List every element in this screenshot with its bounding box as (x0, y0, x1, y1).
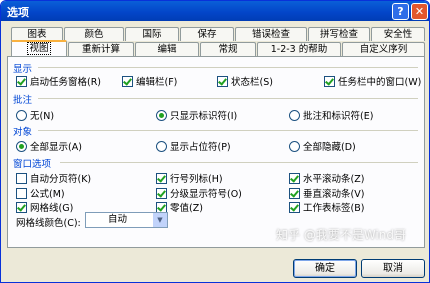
checkbox-label: 工作表标签(B) (303, 203, 365, 214)
radio-circle (16, 109, 27, 121)
checkbox-label: 行号列标(H) (170, 174, 223, 185)
checkbox-label: 分级显示符号(O) (170, 189, 242, 200)
checkbox-box (289, 187, 300, 199)
tab-spelling[interactable]: 拼写检查 (308, 27, 370, 41)
window-options-section-title: 窗口选项 (13, 159, 52, 170)
tab-color[interactable]: 颜色 (64, 27, 124, 41)
tab-view[interactable]: 视图 (11, 40, 67, 57)
tab-custom-lists[interactable]: 自定义序列 (342, 42, 425, 56)
checkbox-box (156, 187, 167, 199)
checkbox-label: 自动分页符(K) (30, 174, 92, 185)
tab-error-checking[interactable]: 错误检查 (235, 27, 307, 41)
radio-label: 全部隐藏(D) (303, 142, 356, 153)
tab-international[interactable]: 国际 (125, 27, 179, 41)
outline-symbols-checkbox[interactable]: 分级显示符号(O) (156, 186, 242, 200)
tab-save[interactable]: 保存 (180, 27, 234, 41)
radio-label: 批注和标识符(E) (303, 111, 374, 122)
sheet-tabs-checkbox[interactable]: 工作表标签(B) (289, 200, 364, 214)
vertical-scroll-checkbox[interactable]: 垂直滚动条(V) (289, 186, 364, 200)
radio-circle (289, 140, 300, 152)
tab-chart[interactable]: 图表 (11, 27, 63, 41)
gridlines-checkbox[interactable]: 网格线(G) (16, 200, 73, 214)
checkbox-label: 网格线(G) (30, 203, 74, 214)
options-dialog: 选项 ? ✕ 图表 颜色 国际 保存 错误检查 拼写检查 安全性 视图 重新计算… (0, 0, 430, 283)
formula-bar-checkbox[interactable]: 编辑栏(F) (122, 74, 177, 88)
checkbox-box (16, 172, 27, 184)
tab-view-label: 视图 (27, 42, 51, 55)
checkbox-box (289, 172, 300, 184)
gridline-color-label: 网格线颜色(C): (16, 218, 81, 229)
checkbox-box (156, 172, 167, 184)
checkbox-label: 任务栏中的窗口(W) (338, 77, 422, 88)
comments-and-indicator-radio[interactable]: 批注和标识符(E) (289, 108, 373, 122)
radio-label: 只显示标识符(I) (170, 111, 238, 122)
divider (38, 98, 418, 99)
horizontal-scroll-checkbox[interactable]: 水平滚动条(Z) (289, 171, 364, 185)
checkbox-label: 垂直滚动条(V) (303, 189, 365, 200)
radio-label: 显示占位符(P) (170, 142, 231, 153)
chevron-down-icon[interactable]: ▼ (153, 213, 167, 227)
radio-label: 全部显示(A) (30, 142, 82, 153)
window-title: 选项 (7, 6, 29, 19)
tab-calculation[interactable]: 重新计算 (68, 42, 134, 56)
help-button[interactable]: ? (392, 3, 409, 20)
tab-lotus-help[interactable]: 1-2-3 的帮助 (257, 42, 341, 56)
view-tab-panel: 显示 启动任务窗格(R) 编辑栏(F) 状态栏(S) 任务栏中的窗口(W) 批注… (7, 56, 425, 248)
radio-label: 无(N) (30, 111, 55, 122)
gridline-color-value: 自动 (108, 214, 128, 225)
checkbox-box (324, 75, 335, 87)
radio-circle (289, 109, 300, 121)
radio-circle (156, 109, 167, 121)
checkbox-label: 启动任务窗格(R) (30, 77, 102, 88)
tab-security[interactable]: 安全性 (371, 27, 425, 41)
radio-circle (156, 140, 167, 152)
checkbox-box (16, 187, 27, 199)
ok-button[interactable]: 确定 (293, 259, 357, 278)
checkbox-box (122, 75, 133, 87)
radio-circle (16, 140, 27, 152)
checkbox-label: 公式(M) (30, 189, 65, 200)
close-button[interactable]: ✕ (411, 3, 428, 20)
divider (60, 162, 418, 163)
checkbox-box (289, 201, 300, 213)
startup-pane-checkbox[interactable]: 启动任务窗格(R) (16, 74, 101, 88)
windows-in-taskbar-checkbox[interactable]: 任务栏中的窗口(W) (324, 74, 421, 88)
objects-show-all-radio[interactable]: 全部显示(A) (16, 139, 82, 153)
watermark: 知乎 @我要不是Wind哥 (276, 228, 406, 242)
title-bar: 选项 ? ✕ (1, 1, 429, 21)
gridline-color-select[interactable]: 自动 ▼ (85, 212, 168, 228)
divider (38, 130, 418, 131)
formulas-checkbox[interactable]: 公式(M) (16, 186, 65, 200)
checkbox-box (217, 75, 228, 87)
checkbox-label: 零值(Z) (170, 203, 203, 214)
display-section-title: 显示 (13, 64, 33, 75)
checkbox-box (16, 75, 27, 87)
row-col-headers-checkbox[interactable]: 行号列标(H) (156, 171, 223, 185)
comments-indicator-only-radio[interactable]: 只显示标识符(I) (156, 108, 237, 122)
checkbox-label: 状态栏(S) (231, 77, 273, 88)
objects-hide-all-radio[interactable]: 全部隐藏(D) (289, 139, 356, 153)
checkbox-label: 编辑栏(F) (136, 77, 178, 88)
status-bar-checkbox[interactable]: 状态栏(S) (217, 74, 273, 88)
objects-section-title: 对象 (13, 127, 33, 138)
page-breaks-checkbox[interactable]: 自动分页符(K) (16, 171, 91, 185)
checkbox-box (16, 201, 27, 213)
comments-none-radio[interactable]: 无(N) (16, 108, 54, 122)
tab-edit[interactable]: 编辑 (135, 42, 199, 56)
checkbox-box (156, 201, 167, 213)
checkbox-label: 水平滚动条(Z) (303, 174, 365, 185)
tab-general[interactable]: 常规 (200, 42, 256, 56)
objects-placeholders-radio[interactable]: 显示占位符(P) (156, 139, 231, 153)
divider (38, 67, 418, 68)
cancel-button[interactable]: 取消 (361, 259, 425, 278)
comments-section-title: 批注 (13, 95, 33, 106)
